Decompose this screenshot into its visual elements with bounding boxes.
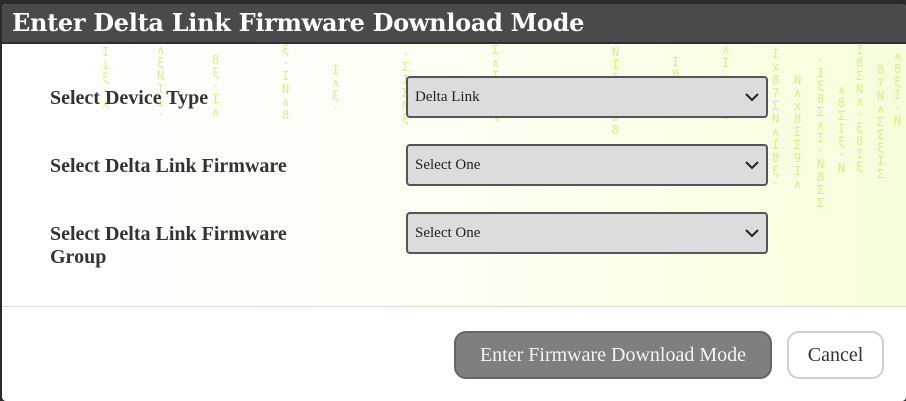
- chevron-down-icon: [745, 161, 759, 170]
- firmware-download-dialog: Enter Delta Link Firmware Download Mode …: [2, 4, 906, 401]
- firmware-group-label-line1: Select Delta Link Firmware: [50, 223, 287, 245]
- dialog-titlebar: Enter Delta Link Firmware Download Mode: [2, 4, 906, 44]
- device-type-label: Select Device Type: [50, 87, 209, 109]
- chevron-down-icon: [745, 93, 759, 102]
- firmware-group-value: Select One: [415, 225, 481, 241]
- firmware-group-label: Select Delta Link Firmware Group: [50, 223, 287, 269]
- firmware-label: Select Delta Link Firmware: [50, 155, 287, 177]
- enter-firmware-download-mode-button[interactable]: Enter Firmware Download Mode: [454, 331, 772, 379]
- dialog-title: Enter Delta Link Firmware Download Mode: [12, 8, 585, 37]
- dialog-body: Select Device Type Delta Link Select Del…: [2, 44, 906, 306]
- firmware-group-select[interactable]: Select One: [406, 212, 768, 254]
- firmware-group-label-line2: Group: [50, 246, 107, 268]
- chevron-down-icon: [745, 229, 759, 238]
- firmware-value: Select One: [415, 157, 481, 173]
- footer-divider: [2, 306, 906, 307]
- device-type-select[interactable]: Delta Link: [406, 76, 768, 118]
- device-type-value: Delta Link: [415, 89, 480, 105]
- firmware-select[interactable]: Select One: [406, 144, 768, 186]
- cancel-button[interactable]: Cancel: [787, 331, 884, 379]
